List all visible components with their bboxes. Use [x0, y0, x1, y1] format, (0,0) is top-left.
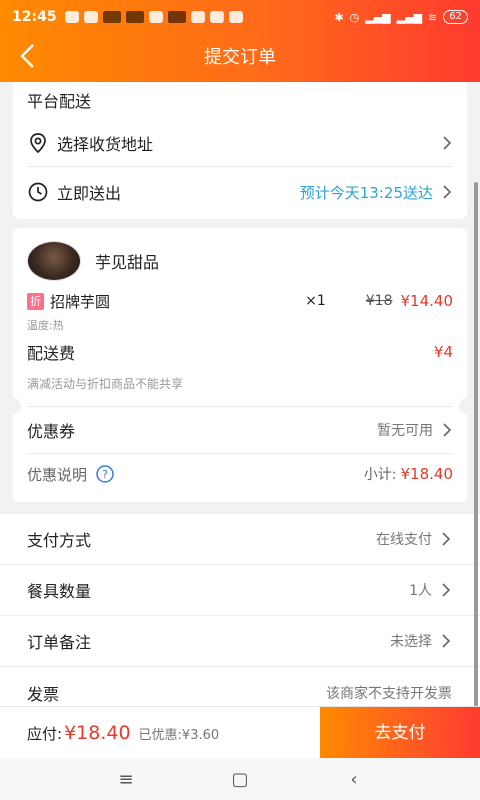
card-notch [5, 398, 21, 414]
system-nav-bar: ≡ ▢ ‹ [0, 758, 480, 800]
app-notification-icon [228, 11, 243, 23]
store-avatar [27, 241, 81, 281]
clock-icon [28, 182, 48, 202]
bluetooth-icon: ✱ [334, 10, 344, 24]
store-order-card: 芋见甜品 折 招牌芋圆 ×1 ¥18 ¥14.40 温度:热 配送费 ¥4 满减… [13, 228, 467, 502]
item-original-price: ¥18 [365, 293, 393, 309]
app-notification-icon [190, 11, 205, 23]
chevron-right-icon [442, 583, 451, 597]
payment-method-row[interactable]: 支付方式 在线支付 [0, 514, 480, 565]
invoice-row: 发票 该商家不支持开发票 [0, 667, 480, 706]
checkout-bar: 应付: ¥18.40 已优惠:¥3.60 去支付 [0, 706, 480, 759]
tableware-value: 1人 [409, 583, 432, 599]
menu-icon[interactable]: ≡ [111, 769, 141, 790]
battery-indicator: 62 [443, 10, 468, 24]
coupon-value: 暂无可用 [377, 423, 433, 439]
delivery-time-row[interactable]: 立即送出 预计今天13:25送达 [13, 167, 467, 217]
select-address-label: 选择收货地址 [57, 135, 154, 154]
order-content[interactable]: 平台配送 选择收货地址 立即送出 预计今天13:25送达 芋见甜品 折 招牌芋圆… [0, 82, 480, 706]
order-remark-value: 未选择 [390, 634, 432, 650]
delivery-section-title: 平台配送 [27, 92, 92, 111]
discount-info-label: 优惠说明 [27, 465, 88, 484]
status-bar: 12:45 ✱ ◷ ▂▄▆ ▂▄▆ ≋ 62 [0, 0, 480, 34]
header-bar: 提交订单 [0, 34, 480, 82]
coupon-row[interactable]: 优惠券 暂无可用 [13, 407, 467, 453]
wifi-icon: ≋ [428, 10, 438, 24]
tableware-label: 餐具数量 [27, 582, 92, 601]
chevron-right-icon [442, 532, 451, 546]
chevron-right-icon [442, 634, 451, 648]
subtotal-value: ¥18.40 [400, 465, 454, 483]
chevron-right-icon [443, 423, 452, 437]
payment-method-value: 在线支付 [376, 532, 432, 548]
order-item: 折 招牌芋圆 ×1 ¥18 ¥14.40 [13, 288, 467, 314]
amount-due-value: ¥18.40 [64, 722, 131, 744]
item-name: 招牌芋圆 [50, 292, 111, 311]
app-notification-icon [64, 11, 79, 23]
order-options: 支付方式 在线支付 餐具数量 1人 订单备注 未选择 发票 该商家不支持开发票 [0, 514, 480, 706]
app-notification-icon [125, 11, 144, 23]
location-pin-icon [30, 133, 46, 154]
delivery-fee-label: 配送费 [27, 344, 76, 363]
alarm-icon: ◷ [349, 10, 360, 24]
invoice-label: 发票 [27, 684, 60, 704]
payment-method-label: 支付方式 [27, 531, 92, 550]
app-notification-icon [102, 11, 121, 23]
signal-icon: ▂▄▆ [365, 10, 391, 24]
discount-badge: 折 [27, 292, 44, 310]
item-quantity: ×1 [305, 293, 326, 309]
invoice-value: 该商家不支持开发票 [326, 685, 452, 702]
store-name: 芋见甜品 [95, 253, 160, 272]
select-address-row[interactable]: 选择收货地址 [13, 120, 467, 166]
pay-button[interactable]: 去支付 [320, 707, 480, 759]
help-icon[interactable]: ? [95, 464, 115, 484]
status-time: 12:45 [12, 9, 57, 25]
chevron-right-icon [443, 136, 452, 150]
saved-amount: 已优惠:¥3.60 [138, 727, 220, 743]
coupon-label: 优惠券 [27, 422, 76, 441]
back-nav-icon[interactable]: ‹ [339, 769, 369, 790]
subtotal-label: 小计: [363, 467, 397, 483]
amount-due-label: 应付: [27, 724, 63, 743]
signal-icon: ▂▄▆ [396, 10, 423, 24]
app-notification-icon [83, 11, 98, 23]
order-remark-row[interactable]: 订单备注 未选择 [0, 616, 480, 667]
item-spec: 温度:热 [27, 319, 64, 332]
card-notch [459, 398, 475, 414]
delivery-eta: 预计今天13:25送达 [299, 183, 433, 202]
tiktok-icon [167, 11, 186, 23]
app-notification-icon [209, 11, 224, 23]
svg-text:?: ? [102, 468, 108, 481]
delivery-time-label: 立即送出 [57, 184, 122, 203]
app-notification-icon [148, 11, 163, 23]
tableware-row[interactable]: 餐具数量 1人 [0, 565, 480, 616]
order-remark-label: 订单备注 [27, 633, 92, 652]
page-title: 提交订单 [204, 47, 276, 68]
item-price: ¥14.40 [400, 292, 454, 310]
promo-note: 满减活动与折扣商品不能共享 [27, 376, 184, 391]
scrollbar[interactable] [474, 182, 478, 706]
delivery-card: 平台配送 选择收货地址 立即送出 预计今天13:25送达 [13, 82, 467, 219]
delivery-fee-value: ¥4 [433, 343, 453, 361]
home-icon[interactable]: ▢ [225, 769, 255, 790]
chevron-right-icon [443, 185, 452, 199]
